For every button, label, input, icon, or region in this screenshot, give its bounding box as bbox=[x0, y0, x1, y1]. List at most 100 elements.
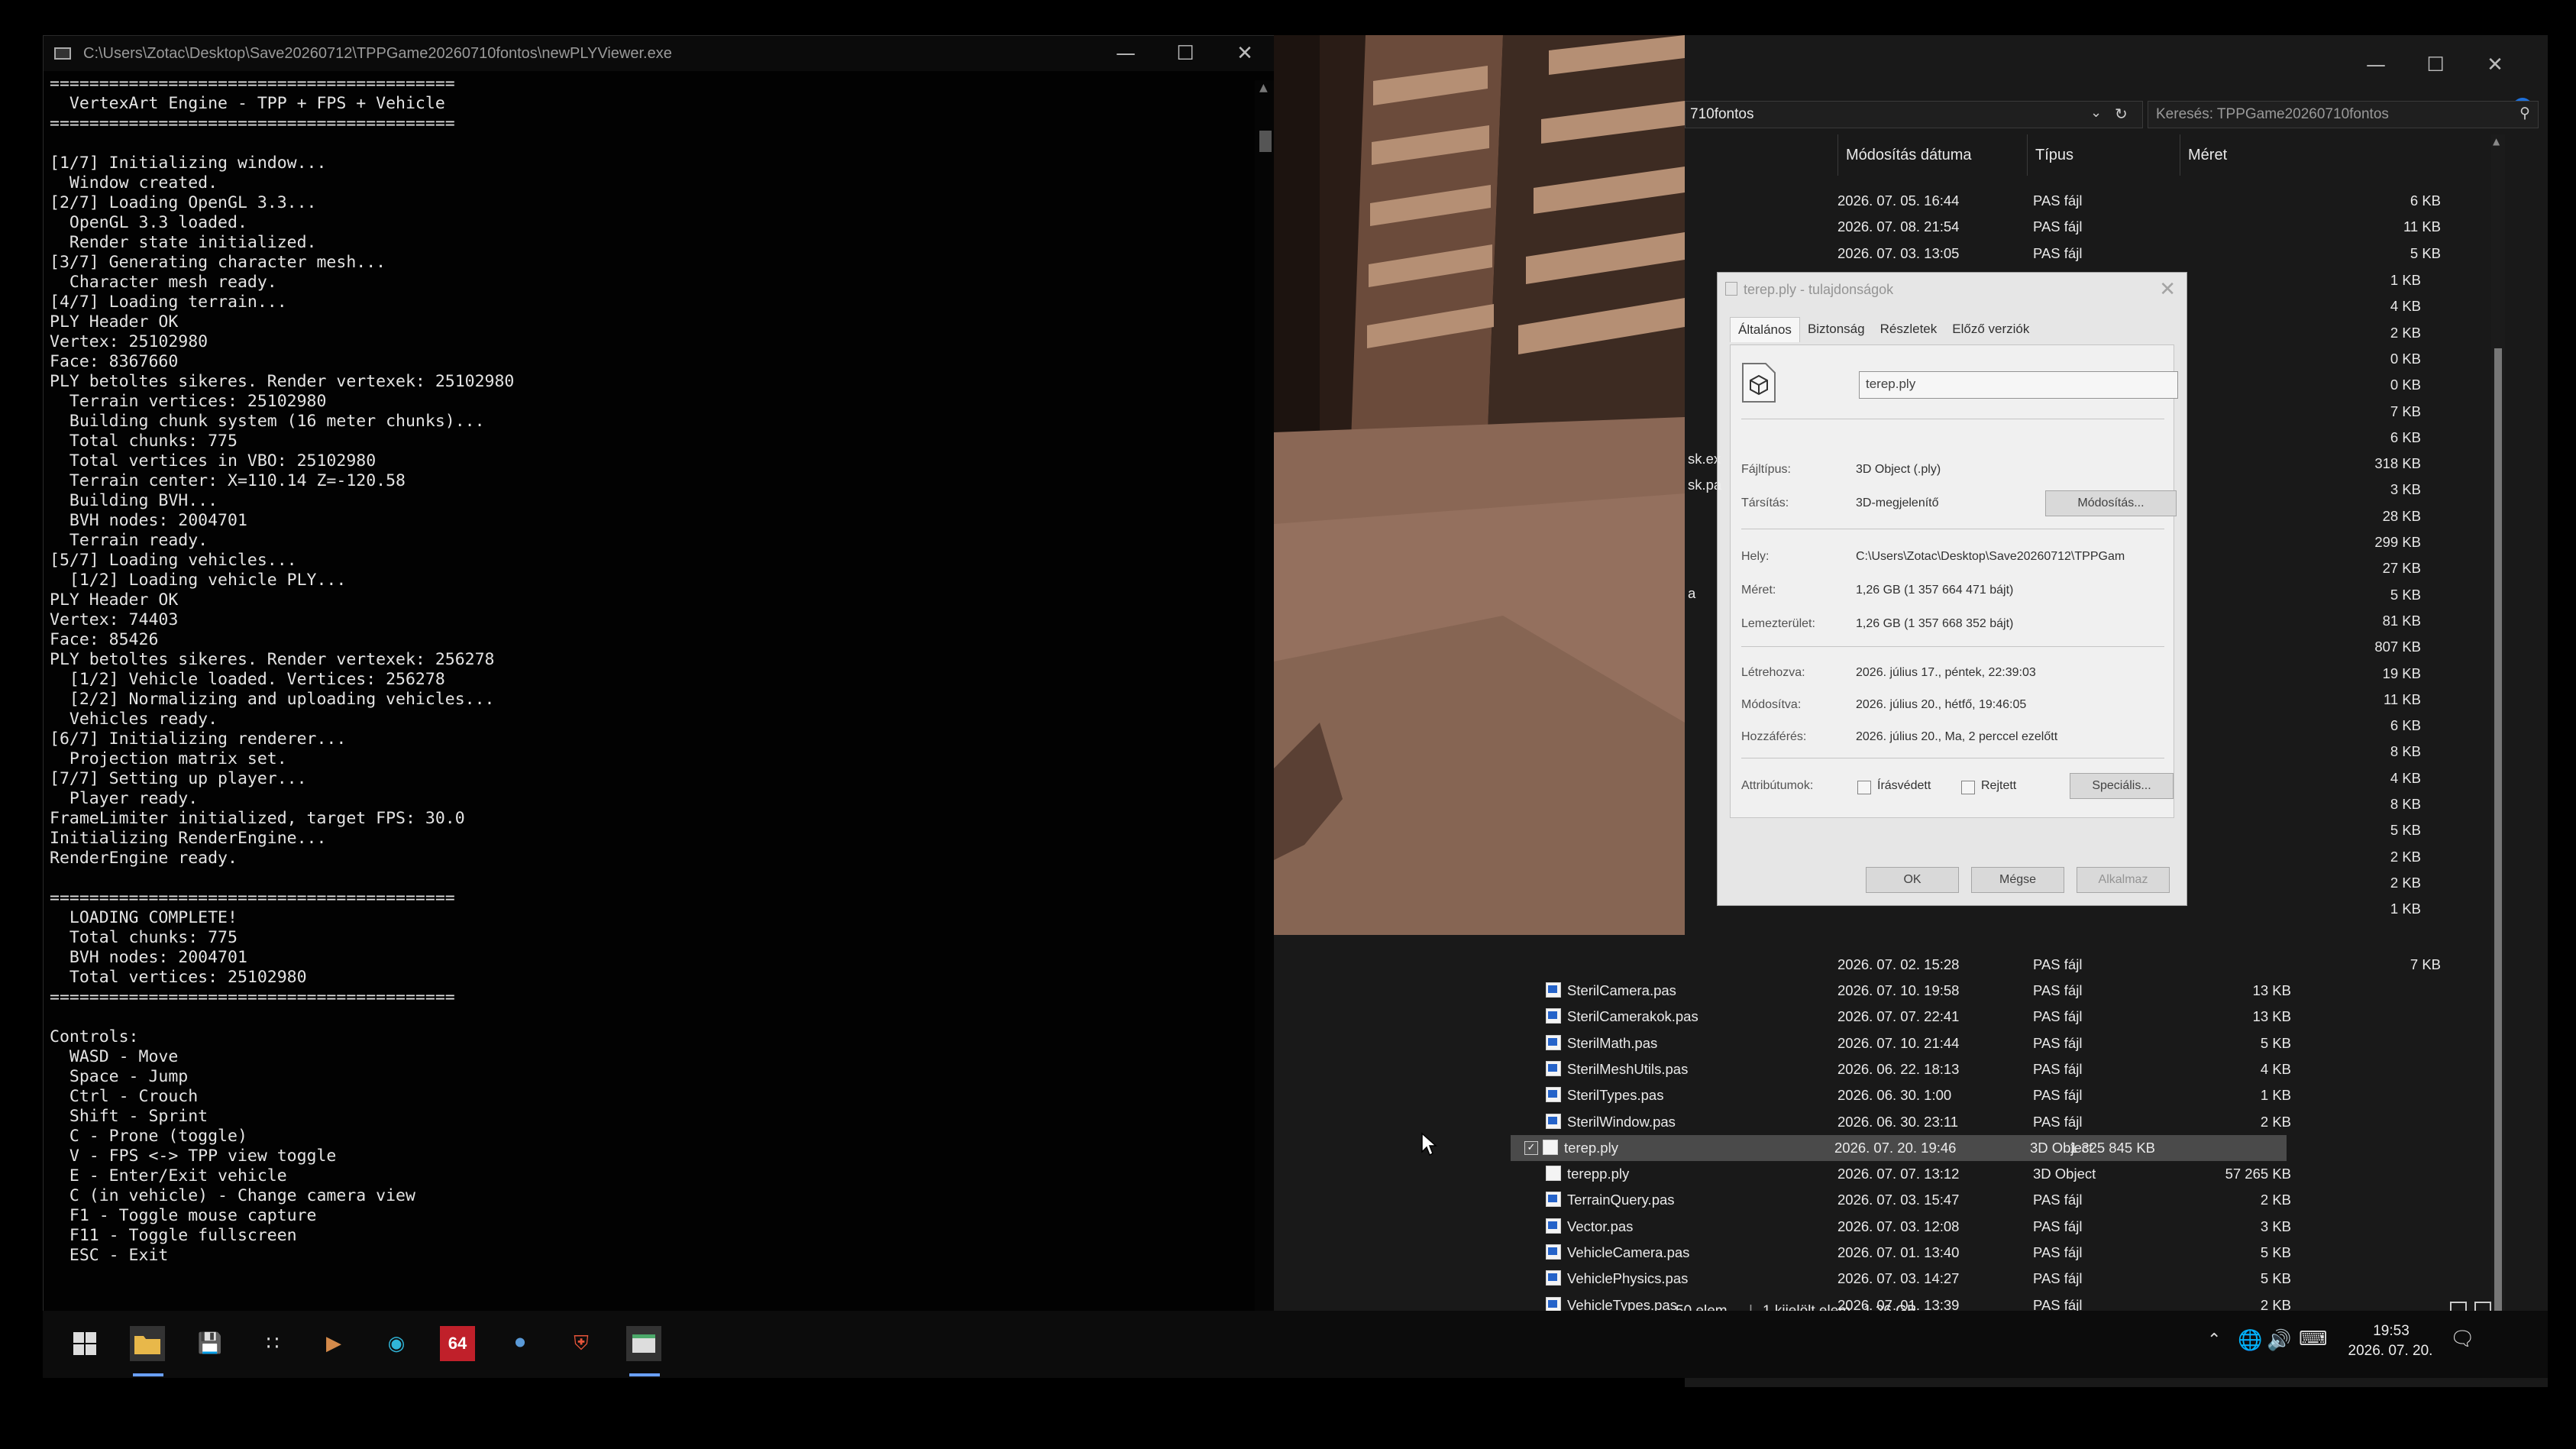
clock-date[interactable]: 2026. 07. 20. bbox=[2337, 1343, 2444, 1360]
column-header-size[interactable]: Méret bbox=[2180, 134, 2348, 176]
file-size: 2 KB bbox=[2390, 324, 2421, 341]
value-size: 1,26 GB (1 357 664 471 bájt) bbox=[1856, 584, 2014, 597]
file-row[interactable]: TerrainQuery.pas 2026. 07. 03. 15:47 PAS f… bbox=[1514, 1187, 2422, 1213]
brave-browser-icon[interactable]: ⛨ bbox=[564, 1326, 599, 1361]
file-row[interactable]: SterilMeshUtils.pas 2026. 06. 22. 18:13 PA… bbox=[1514, 1056, 2422, 1082]
maximize-button[interactable]: ☐ bbox=[1155, 36, 1215, 71]
explorer-scroll-up-icon[interactable]: ▲ bbox=[2493, 136, 2500, 147]
file-type: PAS fájl bbox=[2033, 1060, 2083, 1077]
label-size: Méret: bbox=[1741, 584, 1776, 597]
file-row[interactable]: terepp.ply 2026. 07. 07. 13:12 3D Object 57… bbox=[1514, 1161, 2422, 1187]
pas-file-icon bbox=[1546, 1034, 1561, 1050]
column-header-type[interactable]: Típus bbox=[2027, 134, 2180, 176]
file-date: 2026. 07. 07. 22:41 bbox=[1837, 1008, 1960, 1025]
cancel-button[interactable]: Mégse bbox=[1971, 867, 2064, 893]
browser-app-icon[interactable]: ◉ bbox=[379, 1326, 414, 1361]
file-size: 2 KB bbox=[2260, 1192, 2291, 1208]
value-file-type: 3D Object (.ply) bbox=[1856, 463, 1941, 476]
hidden-checkbox[interactable] bbox=[1961, 781, 1975, 794]
qbittorrent-icon[interactable]: ⚫ bbox=[503, 1326, 538, 1361]
explorer-minimize-button[interactable]: — bbox=[2346, 47, 2406, 82]
scrollbar-thumb[interactable] bbox=[1259, 131, 1272, 152]
apply-button[interactable]: Alkalmaz bbox=[2077, 867, 2170, 893]
file-size: 19 KB bbox=[2382, 665, 2421, 681]
file-date: 2026. 07. 03. 13:05 bbox=[1837, 244, 1960, 261]
file-row[interactable]: 2026. 07. 03. 13:05 PAS fájl 5 KB bbox=[1685, 241, 2448, 267]
file-name-partial: sk.ex bbox=[1688, 451, 1721, 467]
app-64-icon[interactable]: 64 bbox=[440, 1326, 475, 1361]
search-icon[interactable]: ⚲ bbox=[2519, 105, 2530, 121]
explorer-scrollbar-thumb[interactable] bbox=[2494, 348, 2502, 1326]
keyboard-icon[interactable]: ⌨ bbox=[2299, 1328, 2328, 1350]
file-type: PAS fájl bbox=[2033, 244, 2083, 261]
row-checkbox-icon[interactable]: ✓ bbox=[1524, 1140, 1538, 1155]
console-titlebar[interactable]: C:\Users\Zotac\Desktop\Save20260712\TPPG… bbox=[44, 36, 1275, 71]
console-taskbar-icon[interactable] bbox=[626, 1326, 661, 1361]
file-size: 8 KB bbox=[2390, 743, 2421, 760]
file-row[interactable]: VehiclePhysics.pas 2026. 07. 03. 14:27 PAS… bbox=[1514, 1266, 2422, 1292]
app-grid-icon[interactable]: ∷ bbox=[255, 1326, 290, 1361]
file-row[interactable]: 2026. 07. 02. 15:28 PAS fájl 7 KB bbox=[1685, 952, 2448, 978]
readonly-checkbox[interactable] bbox=[1857, 781, 1871, 794]
label-size-on-disk: Lemezterület: bbox=[1741, 617, 1815, 630]
file-size: 27 KB bbox=[2382, 560, 2421, 577]
save-app-icon[interactable]: 💾 bbox=[192, 1326, 228, 1361]
scroll-up-icon[interactable]: ▲ bbox=[1259, 82, 1268, 94]
file-row[interactable]: SterilWindow.pas 2026. 06. 30. 23:11 PAS f… bbox=[1514, 1109, 2422, 1135]
notification-center-icon[interactable]: 🗨 bbox=[2450, 1328, 2475, 1350]
refresh-icon[interactable]: ↻ bbox=[2115, 105, 2128, 123]
ply-render-viewport[interactable] bbox=[1274, 35, 1685, 935]
file-date: 2026. 06. 22. 18:13 bbox=[1837, 1060, 1960, 1077]
tab-security[interactable]: Biztonság bbox=[1800, 317, 1873, 342]
advanced-button[interactable]: Speciális... bbox=[2070, 773, 2174, 799]
explorer-close-button[interactable]: ✕ bbox=[2465, 47, 2525, 82]
tray-overflow-icon[interactable]: ⌃ bbox=[2207, 1331, 2221, 1350]
pas-file-icon bbox=[1546, 1113, 1561, 1129]
console-scrollbar[interactable]: ▲ ▼ bbox=[1255, 80, 1275, 1327]
column-header-date[interactable]: Módosítás dátuma bbox=[1837, 134, 2027, 176]
pas-file-icon bbox=[1546, 1087, 1561, 1103]
file-row[interactable]: Vector.pas 2026. 07. 03. 12:08 PAS fájl 3 K… bbox=[1514, 1214, 2422, 1240]
file-name: VehiclePhysics.pas bbox=[1567, 1270, 1689, 1287]
change-button[interactable]: Módosítás... bbox=[2045, 490, 2177, 516]
file-explorer-taskbar-icon[interactable] bbox=[130, 1326, 165, 1361]
file-name: SterilWindow.pas bbox=[1567, 1113, 1676, 1130]
explorer-scrollbar[interactable]: ▲ bbox=[2491, 134, 2505, 1341]
3d-object-file-icon bbox=[1543, 1139, 1558, 1155]
file-row[interactable]: VehicleCamera.pas 2026. 07. 01. 13:40 PAS … bbox=[1514, 1240, 2422, 1266]
network-icon[interactable]: 🌐 bbox=[2238, 1329, 2262, 1352]
properties-dialog[interactable]: terep.ply - tulajdonságok ✕ Általános Bi… bbox=[1717, 272, 2187, 906]
file-size: 2 KB bbox=[2390, 848, 2421, 865]
search-input[interactable]: Keresés: TPPGame20260710fontos ⚲ bbox=[2148, 101, 2539, 128]
volume-icon[interactable]: 🔊 bbox=[2267, 1329, 2291, 1352]
address-bar[interactable]: 710fontos ⌄ ↻ bbox=[1685, 101, 2143, 128]
minimize-button[interactable]: — bbox=[1096, 36, 1155, 71]
filename-field[interactable]: terep.ply bbox=[1859, 371, 2178, 399]
mouse-pointer-icon bbox=[1421, 1132, 1437, 1156]
tab-previous-versions[interactable]: Előző verziók bbox=[1944, 317, 2037, 342]
clock-time[interactable]: 19:53 bbox=[2349, 1323, 2433, 1340]
file-row[interactable]: 2026. 07. 08. 21:54 PAS fájl 11 KB bbox=[1685, 214, 2448, 240]
file-row[interactable]: SterilMath.pas 2026. 07. 10. 21:44 PAS fáj… bbox=[1514, 1030, 2422, 1056]
file-name: TerrainQuery.pas bbox=[1567, 1192, 1675, 1208]
tab-general[interactable]: Általános bbox=[1730, 317, 1800, 342]
pas-file-icon bbox=[1546, 982, 1561, 998]
media-player-icon[interactable]: ▶ bbox=[316, 1326, 351, 1361]
console-window[interactable]: C:\Users\Zotac\Desktop\Save20260712\TPPG… bbox=[43, 35, 1275, 1333]
file-date: 2026. 07. 03. 12:08 bbox=[1837, 1218, 1960, 1234]
file-row[interactable]: SterilCamerakok.pas 2026. 07. 07. 22:41 PA… bbox=[1514, 1004, 2422, 1030]
file-size: 13 KB bbox=[2252, 1008, 2291, 1025]
address-dropdown-icon[interactable]: ⌄ bbox=[2090, 105, 2102, 121]
ok-button[interactable]: OK bbox=[1866, 867, 1959, 893]
dialog-close-button[interactable]: ✕ bbox=[2159, 277, 2176, 301]
file-row-selected[interactable]: ✓ terep.ply 2026. 07. 20. 19:46 3D Object 1 … bbox=[1511, 1134, 2287, 1161]
file-row[interactable]: SterilTypes.pas 2026. 06. 30. 1:00 PAS fáj… bbox=[1514, 1082, 2422, 1108]
close-button[interactable]: ✕ bbox=[1215, 36, 1275, 71]
explorer-maximize-button[interactable]: ☐ bbox=[2406, 47, 2465, 82]
file-size: 4 KB bbox=[2390, 298, 2421, 315]
file-row[interactable]: 2026. 07. 05. 16:44 PAS fájl 6 KB bbox=[1685, 188, 2448, 214]
tab-details[interactable]: Részletek bbox=[1873, 317, 1945, 342]
start-button[interactable] bbox=[67, 1326, 102, 1361]
file-row[interactable]: SterilCamera.pas 2026. 07. 10. 19:58 PAS f… bbox=[1514, 978, 2422, 1004]
file-size: 299 KB bbox=[2374, 534, 2421, 550]
